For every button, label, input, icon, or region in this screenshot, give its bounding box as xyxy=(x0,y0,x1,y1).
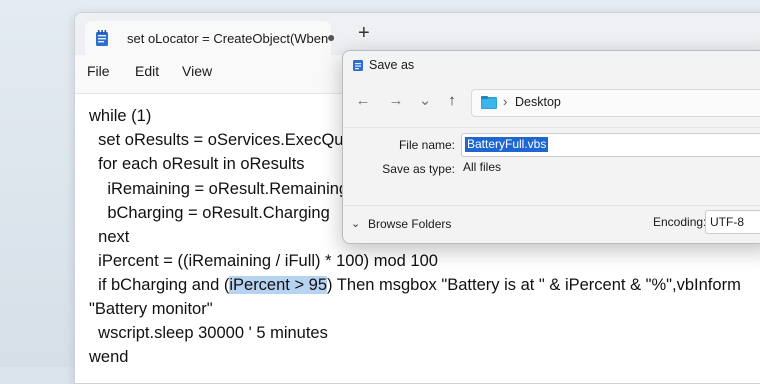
selected-text: iPercent > 95 xyxy=(229,276,328,294)
code-line: if bCharging and (iPercent > 95) Then ms… xyxy=(89,275,741,295)
notepad-icon xyxy=(353,60,363,71)
unsaved-indicator[interactable]: ● xyxy=(327,29,335,45)
code-line: iPercent = ((iRemaining / iFull) * 100) … xyxy=(89,252,438,270)
code-line: next xyxy=(89,228,130,246)
chevron-down-icon[interactable]: ⌄ xyxy=(351,217,360,230)
navigation-bar: ← → ⌄ ↑ › Desktop xyxy=(343,87,760,117)
file-name-input[interactable]: BatteryFull.vbs xyxy=(461,133,760,157)
browse-folders-toggle[interactable]: Browse Folders xyxy=(368,217,451,231)
address-bar[interactable]: › Desktop xyxy=(471,89,760,117)
dialog-title: Save as xyxy=(369,58,415,72)
forward-arrow-icon[interactable]: → xyxy=(386,91,406,111)
code-line: for each oResult in oResults xyxy=(89,155,305,173)
back-arrow-icon[interactable]: ← xyxy=(353,91,373,111)
encoding-value: UTF-8 xyxy=(710,215,744,229)
code-text: ) Then msgbox "Battery is at " & iPercen… xyxy=(327,276,741,294)
menu-edit[interactable]: Edit xyxy=(129,59,165,83)
menu-view[interactable]: View xyxy=(176,59,218,83)
tab-strip: set oLocator = CreateObject(Wben ● + xyxy=(75,13,760,55)
document-tab[interactable]: set oLocator = CreateObject(Wben ● xyxy=(85,21,335,55)
new-tab-button[interactable]: + xyxy=(358,22,370,44)
breadcrumb-desktop[interactable]: Desktop xyxy=(515,95,561,109)
encoding-label: Encoding: xyxy=(653,215,707,229)
breadcrumb-separator: › xyxy=(503,94,508,109)
dialog-footer: ⌄ Browse Folders Encoding: UTF-8 xyxy=(343,205,760,244)
menu-file[interactable]: File xyxy=(81,59,116,83)
code-line: wscript.sleep 30000 ' 5 minutes xyxy=(89,324,328,342)
encoding-select[interactable]: UTF-8 xyxy=(705,210,760,234)
file-fields: File name: BatteryFull.vbs Save as type:… xyxy=(343,127,760,206)
save-type-label: Save as type: xyxy=(382,162,455,176)
code-line: bCharging = oResult.Charging xyxy=(89,204,330,222)
save-type-select[interactable]: All files xyxy=(461,157,760,179)
code-line: "Battery monitor" xyxy=(89,300,213,318)
notepad-icon xyxy=(96,30,108,46)
code-line: wend xyxy=(89,348,129,366)
save-as-dialog: Save as ← → ⌄ ↑ › Desktop File name: Bat… xyxy=(342,50,760,244)
file-name-label: File name: xyxy=(398,138,455,152)
code-line: set oResults = oServices.ExecQu xyxy=(89,131,344,149)
up-arrow-icon[interactable]: ↑ xyxy=(442,91,462,111)
chevron-down-icon[interactable]: ⌄ xyxy=(415,91,435,111)
folder-icon xyxy=(481,96,497,109)
save-type-value: All files xyxy=(463,160,502,174)
tab-title: set oLocator = CreateObject(Wben xyxy=(127,31,329,46)
file-name-value: BatteryFull.vbs xyxy=(465,137,549,152)
code-line: iRemaining = oResult.Remaining xyxy=(89,180,349,198)
code-text: if bCharging and ( xyxy=(89,276,230,294)
code-line: while (1) xyxy=(89,107,152,125)
